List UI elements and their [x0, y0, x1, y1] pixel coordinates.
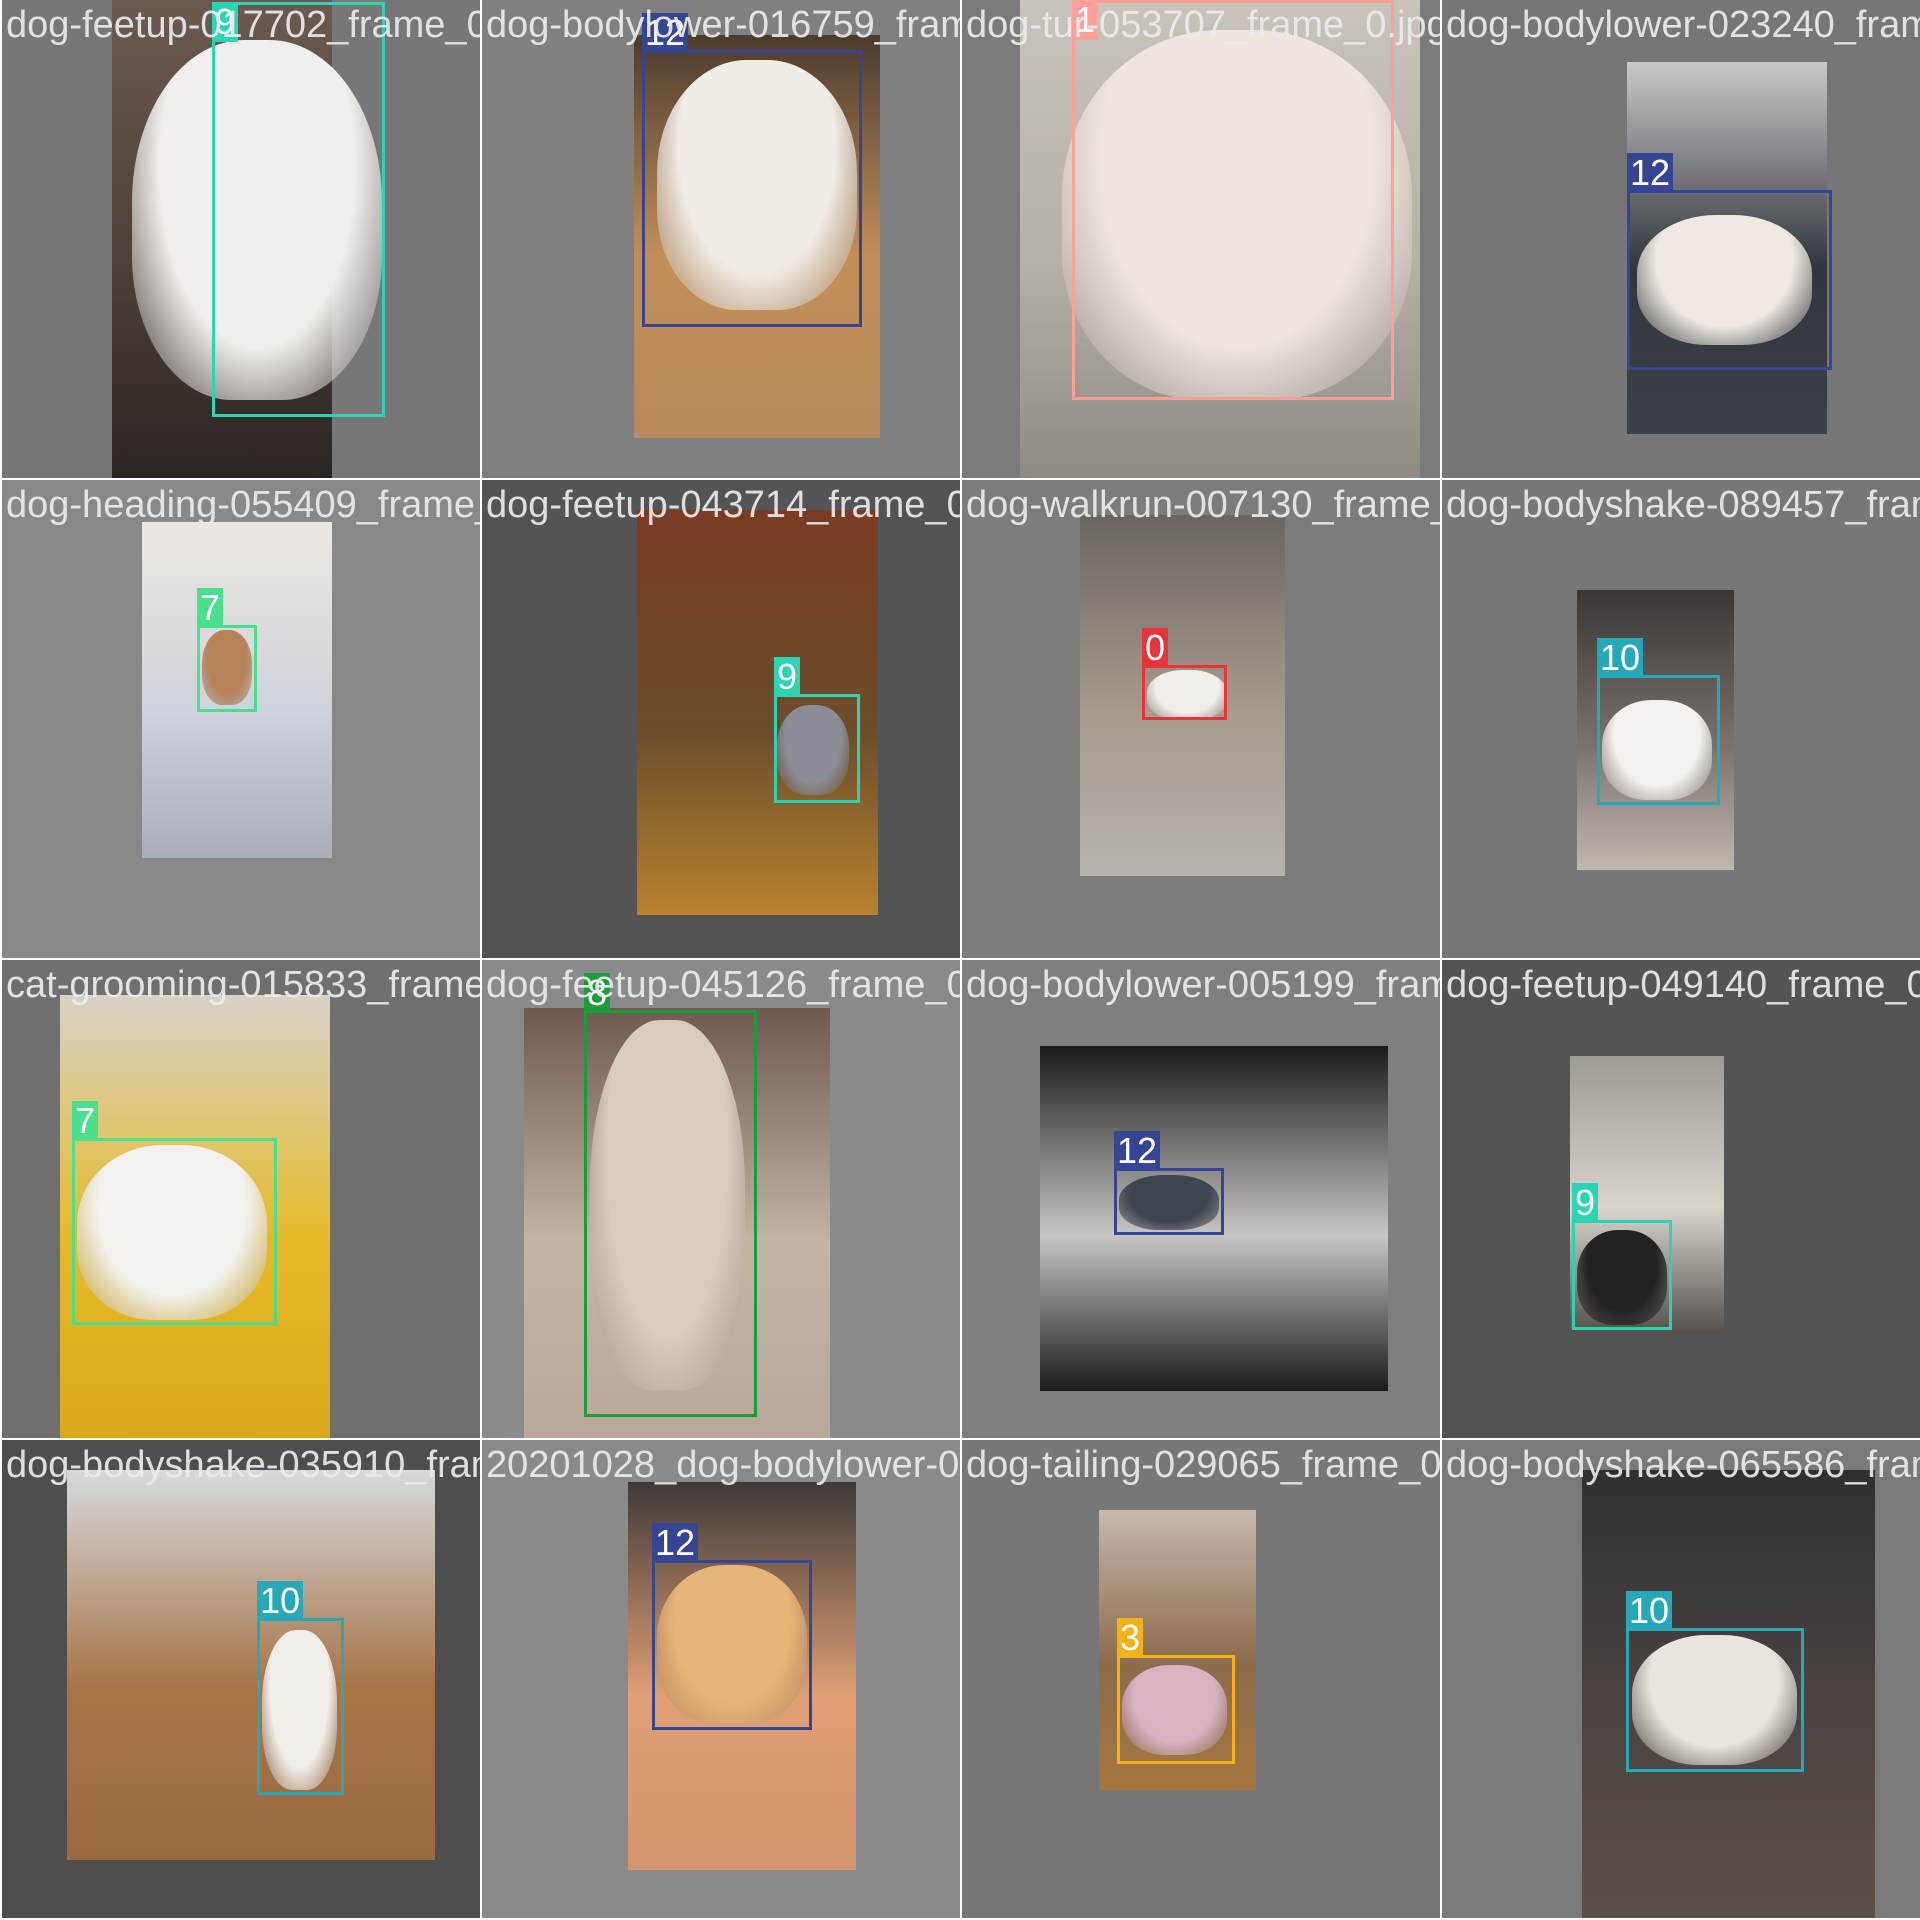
grid-tile: 10 dog-bodyshake-089457_frame_0.jpg [1442, 480, 1920, 958]
class-label: 0 [1142, 628, 1169, 668]
image-filename-caption: dog-feetup-049140_frame_0.jpg [1446, 964, 1920, 1006]
image-filename-caption: dog-bodyshake-035910_frame_0.jpg [6, 1444, 480, 1486]
detection-box: 1 [1072, 0, 1394, 400]
grid-tile: 8dog-feetup-045126_frame_0.jpg [482, 960, 960, 1438]
grid-tile: 7 cat-grooming-015833_frame_0.jpg [2, 960, 480, 1438]
class-label: 7 [197, 588, 224, 628]
grid-tile: 12 dog-bodylower-023240_frame_0.jpg [1442, 0, 1920, 478]
class-label: 10 [257, 1581, 304, 1621]
image-filename-caption: dog-bodylower-016759_frame_0.jpg [486, 4, 960, 46]
grid-tile: 0 dog-walkrun-007130_frame_0.jpg [962, 480, 1440, 958]
detection-box: 7 [72, 1101, 277, 1325]
image-filename-caption: dog-feetup-045126_frame_0.jpg [486, 964, 960, 1006]
grid-tile: 10 dog-bodyshake-065586_frame_0.jpg [1442, 1440, 1920, 1918]
detection-box: 12 [652, 1523, 812, 1730]
image-filename-caption: dog-feetup-043714_frame_0.jpg [486, 484, 960, 526]
detection-box: 9 [1572, 1183, 1672, 1330]
detection-box: 8 [584, 973, 757, 1417]
grid-tile: 9 dog-feetup-043714_frame_0.jpg [482, 480, 960, 958]
image-filename-caption: dog-bodyshake-065586_frame_0.jpg [1446, 1444, 1920, 1486]
image-filename-caption: dog-walkrun-007130_frame_0.jpg [966, 484, 1440, 526]
image-filename-caption: cat-grooming-015833_frame_0.jpg [6, 964, 480, 1006]
grid-tile: 10 dog-bodyshake-035910_frame_0.jpg [2, 1440, 480, 1918]
class-label: 3 [1117, 1618, 1144, 1658]
class-label: 7 [72, 1101, 99, 1141]
detection-box: 10 [257, 1581, 344, 1795]
class-label: 10 [1626, 1591, 1673, 1631]
photo-thumbnail [67, 1470, 435, 1860]
grid-tile: 12 20201028_dog-bodylower-000169.jpg [482, 1440, 960, 1918]
class-label: 12 [1627, 153, 1674, 193]
detection-box: 12 [1114, 1131, 1224, 1235]
image-filename-caption: dog-bodylower-023240_frame_0.jpg [1446, 4, 1920, 46]
grid-tile: 3 dog-tailing-029065_frame_0.jpg [962, 1440, 1440, 1918]
detection-box: 9 [774, 657, 860, 803]
detection-box: 12 [1627, 153, 1832, 370]
detection-box: 3 [1117, 1618, 1235, 1764]
grid-tile: 9dog-feetup-017702_frame_0.jpg [2, 0, 480, 478]
image-filename-caption: 20201028_dog-bodylower-000169.jpg [486, 1444, 960, 1486]
grid-tile: 12 dog-bodylower-005199_frame_0.jpg [962, 960, 1440, 1438]
image-filename-caption: dog-bodylower-005199_frame_0.jpg [966, 964, 1440, 1006]
detection-box: 10 [1626, 1591, 1804, 1772]
detection-box: 7 [197, 588, 257, 712]
image-filename-caption: dog-heading-055409_frame_0.jpg [6, 484, 480, 526]
grid-tile: 1 dog-tur-053707_frame_0.jpg [962, 0, 1440, 478]
grid-tile: 12dog-bodylower-016759_frame_0.jpg [482, 0, 960, 478]
image-filename-caption: dog-tailing-029065_frame_0.jpg [966, 1444, 1440, 1486]
detection-box: 10 [1597, 638, 1720, 805]
detection-box: 9 [212, 2, 385, 417]
grid-tile: 9 dog-feetup-049140_frame_0.jpg [1442, 960, 1920, 1438]
image-filename-caption: dog-feetup-017702_frame_0.jpg [6, 4, 480, 46]
class-label: 12 [652, 1523, 699, 1563]
class-label: 10 [1597, 638, 1644, 678]
image-filename-caption: dog-tur-053707_frame_0.jpg [966, 4, 1440, 46]
class-label: 12 [1114, 1131, 1161, 1171]
class-label: 9 [1572, 1183, 1599, 1223]
image-filename-caption: dog-bodyshake-089457_frame_0.jpg [1446, 484, 1920, 526]
detection-box: 0 [1142, 628, 1227, 720]
class-label: 9 [774, 657, 801, 697]
grid-tile: 7 dog-heading-055409_frame_0.jpg [2, 480, 480, 958]
detection-box: 12 [642, 13, 862, 327]
detection-mosaic: 9dog-feetup-017702_frame_0.jpg12dog-body… [0, 0, 1920, 1920]
